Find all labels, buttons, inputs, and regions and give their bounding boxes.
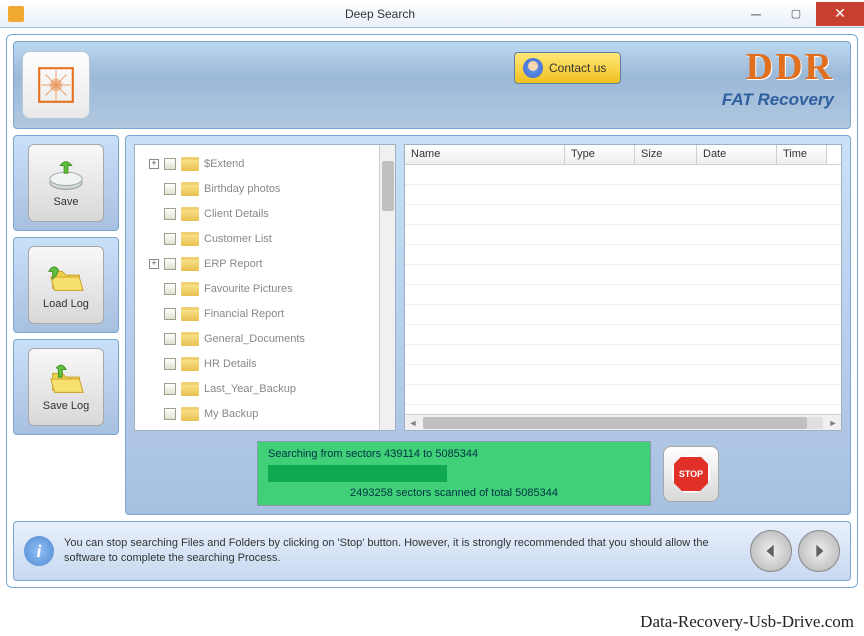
tree-item-label: Birthday photos bbox=[204, 183, 280, 195]
tree-scrollbar[interactable] bbox=[379, 145, 395, 430]
progress-status: Searching from sectors 439114 to 5085344… bbox=[257, 441, 651, 506]
contact-us-button[interactable]: Contact us bbox=[514, 52, 621, 84]
folder-save-icon bbox=[47, 363, 85, 397]
person-icon bbox=[523, 58, 543, 78]
scroll-right-icon[interactable]: ► bbox=[825, 415, 841, 431]
folder-icon bbox=[181, 257, 199, 271]
expander-icon[interactable]: + bbox=[149, 259, 159, 269]
save-log-label: Save Log bbox=[43, 400, 89, 412]
checkbox[interactable] bbox=[164, 158, 176, 170]
load-log-label: Load Log bbox=[43, 298, 89, 310]
tree-item-label: Client Details bbox=[204, 208, 269, 220]
save-log-button[interactable]: Save Log bbox=[13, 339, 119, 435]
folder-load-icon bbox=[47, 261, 85, 295]
grid-column-header[interactable]: Size bbox=[635, 145, 697, 164]
titlebar: Deep Search bbox=[0, 0, 864, 28]
folder-icon bbox=[181, 382, 199, 396]
checkbox[interactable] bbox=[164, 308, 176, 320]
folder-icon bbox=[181, 157, 199, 171]
tree-item[interactable]: +Last_Year_Backup bbox=[139, 376, 391, 401]
tree-item[interactable]: +Birthday photos bbox=[139, 176, 391, 201]
tree-item[interactable]: +General_Documents bbox=[139, 326, 391, 351]
scroll-left-icon[interactable]: ◄ bbox=[405, 415, 421, 431]
tree-item-label: General_Documents bbox=[204, 333, 305, 345]
contact-label: Contact us bbox=[549, 61, 606, 75]
grid-column-header[interactable]: Time bbox=[777, 145, 827, 164]
grid-hscrollbar[interactable]: ◄ ► bbox=[405, 414, 841, 430]
tree-item[interactable]: +Client Details bbox=[139, 201, 391, 226]
grid-body bbox=[405, 165, 841, 414]
tree-item[interactable]: + $Extend bbox=[139, 151, 391, 176]
progress-line2: 2493258 sectors scanned of total 5085344 bbox=[268, 487, 640, 499]
brand-block: DDR FAT Recovery bbox=[722, 48, 834, 110]
folder-icon bbox=[181, 207, 199, 221]
progress-line1: Searching from sectors 439114 to 5085344 bbox=[268, 448, 640, 460]
checkbox[interactable] bbox=[164, 383, 176, 395]
save-button[interactable]: Save bbox=[13, 135, 119, 231]
tree-item-label: ERP Report bbox=[204, 258, 263, 270]
tree-item-label: Financial Report bbox=[204, 308, 284, 320]
window-title: Deep Search bbox=[24, 7, 736, 21]
tree-item[interactable]: +My Backup bbox=[139, 401, 391, 426]
watermark: Data-Recovery-Usb-Drive.com bbox=[640, 612, 854, 632]
maximize-button[interactable] bbox=[776, 2, 816, 26]
folder-icon bbox=[181, 332, 199, 346]
stop-button[interactable]: STOP bbox=[663, 446, 719, 502]
close-button[interactable] bbox=[816, 2, 864, 26]
tree-item[interactable]: +Financial Report bbox=[139, 301, 391, 326]
app-logo bbox=[22, 51, 90, 119]
tree-item-label: Favourite Pictures bbox=[204, 283, 293, 295]
brand-name: DDR bbox=[722, 48, 834, 86]
app-icon bbox=[8, 6, 24, 22]
tree-item-label: Last_Year_Backup bbox=[204, 383, 296, 395]
checkbox[interactable] bbox=[164, 333, 176, 345]
checkbox[interactable] bbox=[164, 183, 176, 195]
checkbox[interactable] bbox=[164, 358, 176, 370]
tree-item-label: $Extend bbox=[204, 158, 244, 170]
brand-subtitle: FAT Recovery bbox=[722, 90, 834, 110]
footer-panel: i You can stop searching Files and Folde… bbox=[13, 521, 851, 581]
grid-column-header[interactable]: Date bbox=[697, 145, 777, 164]
folder-icon bbox=[181, 307, 199, 321]
folder-icon bbox=[181, 407, 199, 421]
minimize-button[interactable] bbox=[736, 2, 776, 26]
folder-icon bbox=[181, 182, 199, 196]
folder-icon bbox=[181, 357, 199, 371]
next-button[interactable] bbox=[798, 530, 840, 572]
file-grid[interactable]: NameTypeSizeDateTime ◄ ► bbox=[404, 144, 842, 431]
tree-item-label: HR Details bbox=[204, 358, 257, 370]
folder-icon bbox=[181, 232, 199, 246]
checkbox[interactable] bbox=[164, 283, 176, 295]
sidebar: Save Load Log Save Log bbox=[13, 135, 119, 515]
app-frame: Contact us DDR FAT Recovery Save Load Lo… bbox=[6, 34, 858, 588]
expander-icon[interactable]: + bbox=[149, 159, 159, 169]
grid-column-header[interactable]: Name bbox=[405, 145, 565, 164]
info-icon: i bbox=[24, 536, 54, 566]
header-panel: Contact us DDR FAT Recovery bbox=[13, 41, 851, 129]
tree-item-label: Customer List bbox=[204, 233, 272, 245]
info-text: You can stop searching Files and Folders… bbox=[64, 536, 740, 566]
tree-item[interactable]: +Favourite Pictures bbox=[139, 276, 391, 301]
stop-icon: STOP bbox=[672, 455, 710, 493]
tree-item[interactable]: +HR Details bbox=[139, 351, 391, 376]
grid-header: NameTypeSizeDateTime bbox=[405, 145, 841, 165]
back-button[interactable] bbox=[750, 530, 792, 572]
checkbox[interactable] bbox=[164, 258, 176, 270]
folder-icon bbox=[181, 282, 199, 296]
tree-item[interactable]: + ERP Report bbox=[139, 251, 391, 276]
tree-item[interactable]: +Customer List bbox=[139, 226, 391, 251]
main-panel: +$Extend+Birthday photos+Client Details+… bbox=[125, 135, 851, 515]
save-label: Save bbox=[53, 196, 78, 208]
checkbox[interactable] bbox=[164, 208, 176, 220]
checkbox[interactable] bbox=[164, 408, 176, 420]
drive-save-icon bbox=[47, 159, 85, 193]
load-log-button[interactable]: Load Log bbox=[13, 237, 119, 333]
grid-column-header[interactable]: Type bbox=[565, 145, 635, 164]
progress-bar bbox=[268, 465, 447, 482]
tree-item-label: My Backup bbox=[204, 408, 258, 420]
checkbox[interactable] bbox=[164, 233, 176, 245]
folder-tree[interactable]: +$Extend+Birthday photos+Client Details+… bbox=[134, 144, 396, 431]
